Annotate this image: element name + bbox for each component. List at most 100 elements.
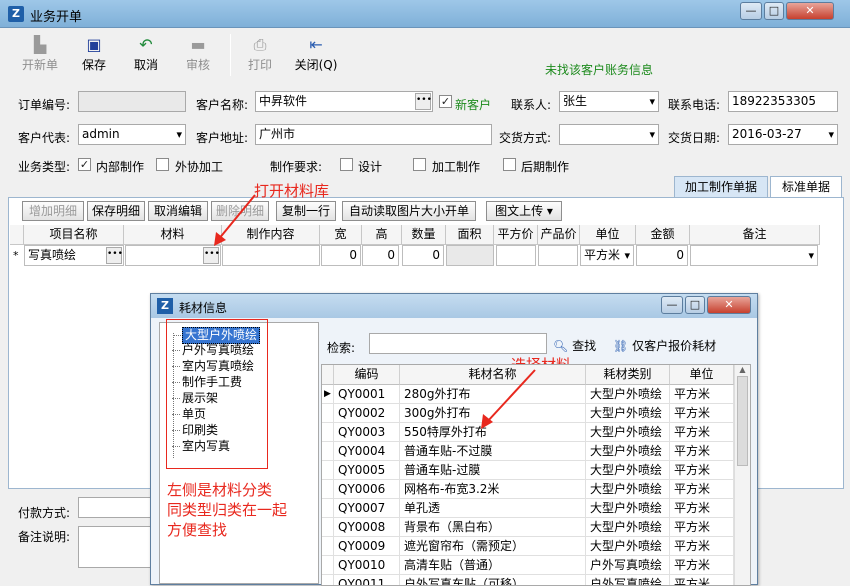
annotation-open-library: 打开材料库 [254, 182, 330, 200]
quote-only-button[interactable]: ⛓ 仅客户报价耗材 [613, 337, 716, 354]
column-header: 面积 [446, 225, 494, 245]
material-code-cell: QY0007 [334, 499, 400, 518]
design-checkbox[interactable] [340, 158, 353, 171]
toolbar: ▙ 开新单 ▣ 保存 ↶ 取消 ▬ 审核 ⎙ 打印 ⇤ 关闭(Q) [8, 30, 844, 80]
print-button[interactable]: ⎙ 打印 [234, 34, 286, 78]
delivery-date-picker[interactable]: 2016-03-27 [728, 124, 838, 145]
payment-field[interactable] [78, 497, 152, 518]
contact-select[interactable]: 张生 [559, 91, 659, 112]
search-button[interactable]: 🔍︎ 查找 [553, 337, 596, 354]
internal-checkbox[interactable]: ✓ [78, 158, 91, 171]
exit-arrow-icon: ⇤ [309, 35, 323, 54]
payment-label: 付款方式: [18, 506, 71, 520]
audit-button[interactable]: ▬ 审核 [172, 34, 224, 78]
row-indicator [322, 404, 334, 423]
scroll-up-icon[interactable]: ▲ [735, 365, 750, 374]
copy-row-button[interactable]: 复制一行 [276, 201, 336, 221]
remarks-textarea[interactable] [78, 526, 152, 568]
row-indicator [322, 480, 334, 499]
processing-label: 加工制作 [432, 160, 481, 174]
material-unit-cell: 平方米 [670, 442, 734, 461]
material-row[interactable]: QY0006 网格布-布宽3.2米 大型户外喷绘 平方米 [322, 480, 734, 499]
cancel-button[interactable]: ↶ 取消 [120, 34, 172, 78]
product-price-cell[interactable] [538, 245, 578, 266]
new-customer-label: 新客户 [455, 98, 492, 112]
search-input[interactable] [369, 333, 547, 354]
material-row[interactable]: QY0009 遮光窗帘布（需预定） 大型户外喷绘 平方米 [322, 537, 734, 556]
link-icon: ⛓ [613, 339, 629, 353]
material-unit-cell: 平方米 [670, 518, 734, 537]
material-name-cell: 户外写真车贴（可移） [400, 575, 586, 585]
material-row[interactable]: QY0007 单孔透 大型户外喷绘 平方米 [322, 499, 734, 518]
order-no-label: 订单编号: [18, 98, 71, 112]
address-field[interactable]: 广州市 [255, 124, 492, 145]
width-cell[interactable]: 0 [321, 245, 361, 266]
title-bar: Z 业务开单 — □ ✕ [0, 0, 850, 28]
material-unit-cell: 平方米 [670, 537, 734, 556]
remarks-label: 备注说明: [18, 530, 71, 544]
material-row[interactable]: QY0010 高清车贴（普通） 户外写真喷绘 平方米 [322, 556, 734, 575]
scroll-thumb[interactable] [737, 376, 748, 466]
note-select[interactable] [690, 245, 818, 266]
material-category-cell: 大型户外喷绘 [586, 537, 670, 556]
height-cell[interactable]: 0 [362, 245, 399, 266]
amount-cell[interactable]: 0 [636, 245, 688, 266]
material-row[interactable]: QY0011 户外写真车贴（可移） 户外写真喷绘 平方米 [322, 575, 734, 585]
annotation-arrow-icon [481, 369, 536, 429]
save-detail-button[interactable]: 保存明细 [87, 201, 145, 221]
material-row[interactable]: QY0008 背景布（黑白布） 大型户外喷绘 平方米 [322, 518, 734, 537]
dialog-maximize-button[interactable]: □ [685, 296, 705, 314]
material-row[interactable]: QY0005 普通车贴-过膜 大型户外喷绘 平方米 [322, 461, 734, 480]
outsource-checkbox[interactable] [156, 158, 169, 171]
processing-checkbox[interactable] [413, 158, 426, 171]
new-order-button[interactable]: ▙ 开新单 [14, 34, 66, 78]
material-row[interactable]: QY0004 普通车贴-不过膜 大型户外喷绘 平方米 [322, 442, 734, 461]
close-window-button[interactable]: ✕ [786, 2, 834, 20]
tab-processing-orders[interactable]: 加工制作单据 [674, 176, 768, 198]
save-button[interactable]: ▣ 保存 [68, 34, 120, 78]
customer-name-field[interactable]: 中昇软件 ••• [255, 91, 433, 112]
requirement-label: 制作要求: [270, 160, 323, 174]
minimize-button[interactable]: — [740, 2, 762, 20]
material-unit-cell: 平方米 [670, 423, 734, 442]
column-header: 数量 [402, 225, 446, 245]
unit-select[interactable]: 平方米 [580, 245, 634, 266]
printer-icon: ⎙ [253, 35, 267, 54]
vertical-scrollbar[interactable]: ▲ [734, 365, 750, 585]
dialog-minimize-button[interactable]: — [661, 296, 683, 314]
item-name-cell[interactable]: 写真喷绘 ••• [24, 245, 124, 266]
material-cell[interactable]: ••• [125, 245, 221, 266]
material-name-cell: 普通车贴-过膜 [400, 461, 586, 480]
material-category-cell: 大型户外喷绘 [586, 442, 670, 461]
outsource-label: 外协加工 [175, 160, 224, 174]
auto-read-image-size-button[interactable]: 自动读取图片大小开单 [342, 201, 476, 221]
material-unit-cell: 平方米 [670, 385, 734, 404]
row-indicator [322, 556, 334, 575]
tab-standard-orders[interactable]: 标准单据 [770, 176, 842, 198]
address-label: 客户地址: [196, 131, 249, 145]
image-upload-dropdown[interactable]: 图文上传 ▾ [486, 201, 562, 221]
browse-customer-button[interactable]: ••• [415, 93, 432, 110]
quantity-cell[interactable]: 0 [402, 245, 444, 266]
column-header: 高 [362, 225, 402, 245]
post-checkbox[interactable] [503, 158, 516, 171]
toolbar-separator [230, 34, 231, 76]
row-marker: * [13, 249, 19, 262]
order-no-field[interactable] [78, 91, 186, 112]
material-unit-cell: 平方米 [670, 556, 734, 575]
cancel-edit-button[interactable]: 取消编辑 [148, 201, 208, 221]
delivery-method-select[interactable] [559, 124, 659, 145]
phone-field[interactable]: 18922353305 [728, 91, 838, 112]
dialog-close-button[interactable]: ✕ [707, 296, 751, 314]
chevron-down-icon: ▾ [546, 204, 553, 218]
browse-item-button[interactable]: ••• [106, 247, 123, 264]
biz-type-label: 业务类型: [18, 160, 71, 174]
add-detail-button[interactable]: 增加明细 [22, 201, 84, 221]
material-category-cell: 大型户外喷绘 [586, 385, 670, 404]
new-customer-checkbox[interactable]: ✓ [439, 95, 452, 108]
row-indicator [322, 423, 334, 442]
rep-select[interactable]: admin [78, 124, 186, 145]
maximize-button[interactable]: □ [764, 2, 784, 20]
square-price-cell[interactable] [496, 245, 536, 266]
close-button[interactable]: ⇤ 关闭(Q) [286, 34, 346, 78]
